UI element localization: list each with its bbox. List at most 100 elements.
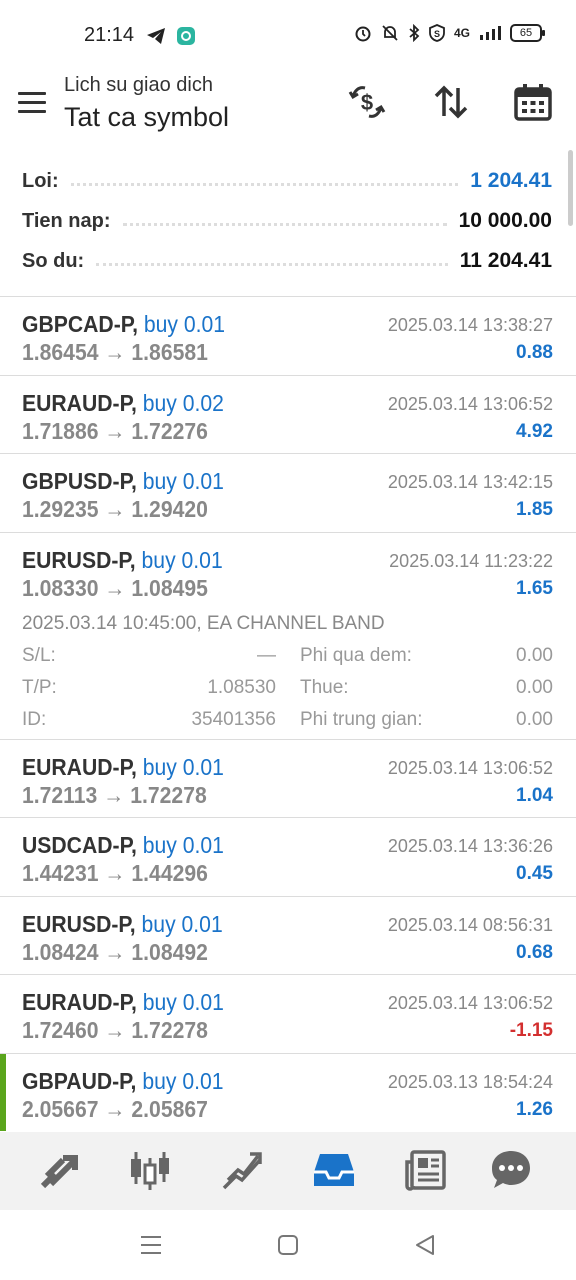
- signal-icon: [480, 26, 501, 40]
- deal-row[interactable]: USDCAD-P, buy 0.01 1.44231 → 1.44296 202…: [0, 817, 576, 896]
- news-icon[interactable]: [404, 1148, 448, 1192]
- summary-label: Loi:: [22, 169, 59, 192]
- deal-row-expanded[interactable]: EURUSD-P, buy 0.01 1.08330 → 1.08495 202…: [0, 531, 576, 739]
- sort-icon[interactable]: [431, 82, 471, 122]
- deal-time: 2025.03.14 13:06:52: [387, 993, 553, 1013]
- mute-icon: [382, 25, 398, 41]
- deal-symbol: EURUSD-P, buy 0.01: [22, 910, 223, 937]
- deal-prices: 1.72460 → 1.72278: [22, 1017, 208, 1043]
- deal-profit: 0.68: [516, 941, 553, 963]
- deal-prices: 1.71886 → 1.72276: [22, 417, 208, 444]
- summary-value: 10 000.00: [458, 209, 552, 232]
- symbol-filter[interactable]: Tat ca symbol: [64, 102, 229, 133]
- deal-profit: 0.88: [516, 342, 553, 363]
- deal-type: buy 0.01: [142, 832, 224, 858]
- deal-time: 2025.03.14 08:56:31: [387, 914, 553, 935]
- page-subtitle: Lich su giao dich: [64, 74, 213, 96]
- deal-prices: 1.44231 → 1.44296: [22, 860, 208, 886]
- tax-value: 0.00: [516, 676, 553, 698]
- account-summary: Loi: 1 204.41 Tien nap: 10 000.00 So du:…: [0, 158, 576, 296]
- summary-label: Tien nap:: [22, 209, 111, 232]
- deals-list: GBPCAD-P, buy 0.01 1.86454 → 1.86581 202…: [0, 296, 576, 1131]
- back-icon[interactable]: [414, 1234, 436, 1256]
- menu-icon[interactable]: [18, 92, 46, 114]
- quotes-candles-icon[interactable]: [128, 1148, 172, 1192]
- deal-prices: 1.86454 → 1.86581: [22, 339, 208, 365]
- deal-time: 2025.03.14 13:38:27: [387, 315, 553, 335]
- deal-symbol: EURUSD-P, buy 0.01: [22, 546, 223, 573]
- deal-type: buy 0.01: [142, 1067, 224, 1094]
- chart-icon[interactable]: [220, 1148, 264, 1192]
- scrollbar[interactable]: [568, 150, 573, 226]
- summary-deposit-row: Tien nap: 10 000.00: [22, 201, 552, 241]
- deal-row[interactable]: GBPAUD-P, buy 0.01 2.05667 → 2.05867 202…: [0, 1052, 576, 1132]
- deal-prices: 1.08424 → 1.08492: [22, 938, 208, 965]
- deal-time: 2025.03.13 18:54:24: [387, 1071, 553, 1092]
- commission-label: Phi trung gian:: [300, 708, 423, 730]
- recent-apps-icon[interactable]: [140, 1234, 162, 1256]
- deal-profit: 1.04: [516, 784, 553, 806]
- tp-label: T/P:: [22, 676, 57, 698]
- home-icon[interactable]: [277, 1234, 299, 1256]
- calendar-icon[interactable]: [513, 82, 553, 122]
- deal-symbol: GBPUSD-P, buy 0.01: [22, 468, 224, 494]
- svg-text:$: $: [361, 90, 373, 115]
- deal-symbol: GBPCAD-P, buy 0.01: [22, 311, 226, 337]
- tp-value: 1.08530: [207, 676, 276, 698]
- deal-row[interactable]: EURAUD-P, buy 0.02 1.71886 → 1.72276 202…: [0, 374, 576, 454]
- id-value: 35401356: [191, 708, 276, 730]
- system-navigation-bar: [0, 1210, 576, 1280]
- deal-prices: 1.72113 → 1.72278: [22, 781, 207, 808]
- swap-label: Phi qua dem:: [300, 644, 412, 666]
- bluetooth-icon: [409, 24, 420, 42]
- chat-icon[interactable]: [489, 1148, 533, 1192]
- bottom-navigation: [0, 1132, 576, 1210]
- summary-value: 1 204.41: [470, 169, 552, 192]
- deal-time: 2025.03.14 11:23:22: [389, 550, 553, 571]
- deal-symbol: EURAUD-P, buy 0.01: [22, 989, 224, 1015]
- deal-row[interactable]: GBPUSD-P, buy 0.01 1.29235 → 1.29420 202…: [0, 453, 576, 532]
- deal-profit: 1.85: [516, 499, 553, 520]
- deal-row[interactable]: GBPCAD-P, buy 0.01 1.86454 → 1.86581 202…: [0, 296, 576, 375]
- tax-label: Thue:: [300, 676, 349, 698]
- id-label: ID:: [22, 708, 47, 730]
- deal-prices: 2.05667 → 2.05867: [22, 1095, 208, 1122]
- battery-icon: 65: [510, 24, 545, 42]
- deal-time: 2025.03.14 13:36:26: [387, 836, 553, 856]
- app-notification-icon: [177, 27, 195, 45]
- deal-type: buy 0.01: [141, 910, 223, 937]
- deal-comment: 2025.03.14 10:45:00, EA CHANNEL BAND: [22, 612, 385, 634]
- status-bar: 21:14 S 4G 65: [0, 0, 576, 72]
- commission-value: 0.00: [516, 708, 553, 730]
- deal-time: 2025.03.14 13:06:52: [387, 757, 553, 778]
- summary-profit-row: Loi: 1 204.41: [22, 161, 552, 201]
- history-inbox-icon[interactable]: [312, 1148, 356, 1192]
- deal-type: buy 0.01: [143, 311, 226, 337]
- deal-row[interactable]: EURAUD-P, buy 0.01 1.72460 → 1.72278 202…: [0, 974, 576, 1053]
- deal-type: buy 0.01: [142, 753, 224, 780]
- alarm-icon: [355, 26, 371, 42]
- sl-value: —: [257, 644, 276, 666]
- trade-icon[interactable]: [37, 1148, 81, 1192]
- svg-text:S: S: [434, 29, 440, 39]
- deal-prices: 1.08330 → 1.08495: [22, 574, 208, 601]
- deal-profit: 1.65: [516, 577, 553, 599]
- deal-profit: -1.15: [509, 1020, 553, 1041]
- status-time: 21:14: [84, 24, 135, 46]
- deal-profit: 0.45: [516, 863, 553, 884]
- sl-label: S/L:: [22, 644, 56, 666]
- deal-symbol: GBPAUD-P, buy 0.01: [22, 1067, 224, 1094]
- deal-type: buy 0.01: [141, 546, 223, 573]
- deal-type: buy 0.02: [142, 389, 224, 416]
- deal-prices: 1.29235 → 1.29420: [22, 496, 208, 522]
- swap-value: 0.00: [516, 644, 553, 666]
- summary-label: So du:: [22, 249, 85, 272]
- deposit-dollar-icon[interactable]: $: [347, 82, 387, 122]
- deal-time: 2025.03.14 13:42:15: [387, 472, 553, 492]
- network-type: 4G: [453, 26, 470, 40]
- deal-row[interactable]: EURUSD-P, buy 0.01 1.08424 → 1.08492 202…: [0, 895, 576, 975]
- deal-row[interactable]: EURAUD-P, buy 0.01 1.72113 → 1.72278 202…: [0, 738, 576, 818]
- deal-symbol: EURAUD-P, buy 0.01: [22, 753, 224, 780]
- deal-type: buy 0.01: [142, 468, 224, 494]
- deal-time: 2025.03.14 13:06:52: [387, 393, 553, 414]
